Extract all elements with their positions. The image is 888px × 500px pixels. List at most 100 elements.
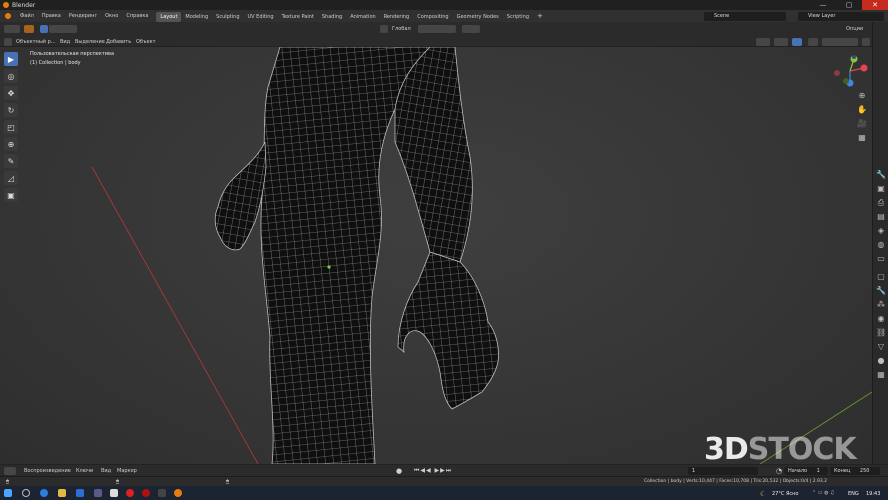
view-layer-icon[interactable]: ▤ [876,212,886,222]
start-frame-field[interactable]: Начало 1 [784,467,828,475]
measure-tool[interactable]: ◿ [4,171,18,185]
data-properties-icon[interactable]: ▽ [876,342,886,352]
selection-modes-group[interactable] [49,25,77,33]
tab-animation[interactable]: Animation [346,12,380,22]
menu-object[interactable]: Объект [136,39,156,45]
close-button[interactable]: ✕ [862,0,888,10]
add-workspace-button[interactable]: + [533,10,547,22]
timeline-editor-type-icon[interactable] [4,467,16,475]
menu-file[interactable]: Файл [16,10,38,22]
tool-properties-icon[interactable]: 🔧 [876,170,886,180]
camera-view-icon[interactable]: 🎥 [857,119,867,129]
annotate-tool[interactable]: ✎ [4,154,18,168]
render-properties-icon[interactable]: ▣ [876,184,886,194]
tab-rendering[interactable]: Rendering [380,12,414,22]
app-icon-3[interactable] [158,489,166,497]
tray-icons[interactable]: ⌃ ▭ ◍ ♫ [812,490,835,496]
visibility-icon[interactable] [756,38,770,46]
transform-tool[interactable]: ⊕ [4,137,18,151]
blender-menu-icon[interactable] [0,10,16,22]
options-dropdown[interactable]: Опции [846,26,863,32]
pan-hand-icon[interactable]: ✋ [857,105,867,115]
editor-type-button[interactable] [4,38,12,46]
navigation-gizmo[interactable] [830,51,870,91]
menu-keying[interactable]: Ключи [76,468,93,474]
move-tool[interactable]: ✥ [4,86,18,100]
select-box-tool[interactable]: ▶ [4,52,18,66]
selection-new-button[interactable] [40,25,48,33]
tab-layout[interactable]: Layout [156,11,182,22]
menu-help[interactable]: Справка [122,10,152,22]
select-mode-button[interactable] [24,25,34,33]
orientation-icon[interactable] [380,25,388,33]
object-properties-icon[interactable]: ▢ [876,272,886,282]
xray-toggle-icon[interactable] [808,38,818,46]
particle-properties-icon[interactable]: ⁂ [876,300,886,310]
tab-texture-paint[interactable]: Texture Paint [278,12,318,22]
shading-modes-group[interactable] [822,38,858,46]
search-icon[interactable] [22,489,30,497]
collection-properties-icon[interactable]: ▭ [876,254,886,264]
menu-marker[interactable]: Маркер [117,468,137,474]
language-indicator[interactable]: ENG [848,491,859,497]
cursor-tool[interactable]: ◎ [4,69,18,83]
tab-geometry-nodes[interactable]: Geometry Nodes [453,12,503,22]
3d-viewport[interactable]: Пользовательская перспектива (1) Collect… [0,47,872,464]
menu-view[interactable]: Вид [60,39,70,45]
scene-properties-icon[interactable]: ◈ [876,226,886,236]
menu-select[interactable]: Выделение [75,39,105,45]
constraint-properties-icon[interactable]: ⛓ [876,328,886,338]
minimize-button[interactable]: — [810,0,836,10]
tab-modeling[interactable]: Modeling [181,12,212,22]
transform-orientation-label[interactable]: Глобал [392,26,411,32]
menu-render[interactable]: Рендеринг [65,10,101,22]
shading-options-icon[interactable] [862,38,870,46]
menu-playback[interactable]: Воспроизведение [24,468,71,474]
youtube-icon[interactable] [126,489,134,497]
menu-edit[interactable]: Правка [38,10,65,22]
blender-taskbar-icon[interactable] [174,489,182,497]
menu-timeline-view[interactable]: Вид [101,468,111,474]
opera-icon[interactable] [142,489,150,497]
app-icon-2[interactable] [110,489,118,497]
weather-text[interactable]: 27°C Ясно [772,491,799,497]
tab-scripting[interactable]: Scripting [503,12,533,22]
tab-uv-editing[interactable]: UV Editing [244,12,278,22]
keyframe-dot-icon[interactable]: ● [396,467,402,475]
tab-shading[interactable]: Shading [318,12,346,22]
origin-point [327,265,331,269]
playback-controls[interactable]: ⏮◀◀ ▶▶⏭ [414,467,452,475]
proportional-edit-group[interactable] [462,25,480,33]
app-icon[interactable] [94,489,102,497]
store-icon[interactable] [76,489,84,497]
world-properties-icon[interactable]: ◍ [876,240,886,250]
gizmo-toggle-icon[interactable] [774,38,788,46]
tab-compositing[interactable]: Compositing [413,12,452,22]
windows-start-icon[interactable] [4,489,12,497]
current-frame-field[interactable]: 1 [688,467,758,475]
add-cube-tool[interactable]: ▣ [4,188,18,202]
menu-window[interactable]: Окно [101,10,122,22]
rotate-tool[interactable]: ↻ [4,103,18,117]
texture-properties-icon[interactable]: ▦ [876,370,886,380]
edge-browser-icon[interactable] [40,489,48,497]
output-properties-icon[interactable]: ⎙ [876,198,886,208]
menu-add[interactable]: Добавить [106,39,131,45]
zoom-icon[interactable]: ⊕ [857,91,867,101]
clock-time[interactable]: 19:43 [866,491,880,497]
scale-tool[interactable]: ◰ [4,120,18,134]
end-frame-field[interactable]: Конец 250 [830,467,880,475]
maximize-button[interactable]: ▢ [836,0,862,10]
tool-settings-button[interactable] [4,25,20,33]
scene-selector[interactable]: Scene [704,12,786,21]
pivot-snap-group[interactable] [418,25,456,33]
grid-toggle-icon[interactable]: ▦ [857,133,867,143]
file-explorer-icon[interactable] [58,489,66,497]
modifier-properties-icon[interactable]: 🔧 [876,286,886,296]
view-layer-selector[interactable]: View Layer [798,12,884,21]
material-properties-icon[interactable]: ● [876,356,886,366]
tab-sculpting[interactable]: Sculpting [212,12,243,22]
overlay-toggle-icon[interactable] [792,38,802,46]
physics-properties-icon[interactable]: ◉ [876,314,886,324]
mode-selector[interactable]: Объектный р... [16,39,56,45]
